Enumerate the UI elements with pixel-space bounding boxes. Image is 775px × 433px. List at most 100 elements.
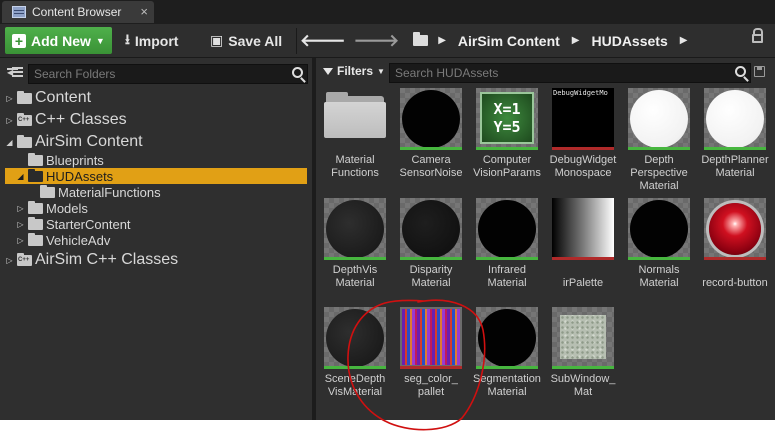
content-browser-icon (12, 6, 26, 18)
tree-item-content[interactable]: ▷ Content (0, 88, 312, 108)
tree-item-airsim-content[interactable]: ◢ AirSim Content (0, 132, 312, 152)
expand-arrow-icon[interactable]: ▷ (16, 220, 25, 229)
tree-item-label: Content (35, 89, 92, 106)
asset-label: Infrared Material (487, 264, 527, 289)
breadcrumb: 🡐 🡒 ▶ AirSim Content ▶ HUDAssets ▶ (300, 27, 699, 54)
breadcrumb-chevron-icon[interactable]: ▶ (438, 35, 446, 46)
asset-panel: Filters ▼ Material Functions Camera Sens… (316, 58, 775, 420)
import-button[interactable]: ⭳ Import (125, 27, 178, 54)
filter-icon (323, 67, 333, 75)
filters-button[interactable]: Filters ▼ (323, 64, 385, 78)
tree-item-label: HUDAssets (46, 168, 114, 184)
import-label: Import (134, 32, 179, 49)
close-icon[interactable]: × (140, 4, 148, 19)
collapse-arrow-icon[interactable]: ◢ (16, 172, 25, 181)
search-icon[interactable] (292, 67, 303, 78)
record-button-icon (709, 203, 761, 255)
asset-label: Depth Perspective Material (630, 154, 688, 192)
thumb-text: Y=5 (493, 118, 521, 136)
tree-item-starter-content[interactable]: ▷ StarterContent (0, 216, 312, 232)
material-thumbnail (476, 198, 538, 260)
tree-item-models[interactable]: ▷ Models (0, 200, 312, 216)
folder-icon (28, 200, 43, 214)
tree-item-airsim-cpp-classes[interactable]: ▷ AirSim C++ Classes (0, 250, 312, 270)
folder-icon[interactable] (413, 32, 429, 46)
material-thumbnail (324, 198, 386, 260)
texture-thumbnail (400, 307, 462, 369)
breadcrumb-chevron-icon[interactable]: ▶ (680, 35, 688, 46)
code-folder-icon (17, 252, 32, 266)
expand-arrow-icon[interactable]: ▷ (5, 94, 14, 103)
thumb-text: X=1 (493, 100, 521, 118)
material-thumbnail (628, 88, 690, 150)
asset-label: SubWindow_ Mat (550, 373, 616, 398)
asset-label: Normals Material (638, 264, 680, 289)
tab-content-browser[interactable]: Content Browser × (2, 1, 154, 23)
font-thumbnail: DebugWidgetMo (552, 88, 614, 150)
asset-label: DepthPlanner Material (701, 154, 769, 179)
chevron-down-icon: ▼ (377, 66, 385, 76)
material-thumbnail (704, 88, 766, 150)
search-assets-field[interactable] (389, 63, 751, 83)
tree-item-label: MaterialFunctions (58, 184, 161, 200)
folder-panel: ◀ ▷ Content ▷ C++ Classes ◢ AirSim Conte… (0, 58, 312, 420)
plus-icon: + (12, 33, 26, 48)
tree-item-label: Models (46, 200, 88, 216)
tree-item-label: AirSim C++ Classes (35, 251, 179, 268)
folder-icon (17, 134, 32, 148)
chevron-down-icon: ▼ (95, 35, 105, 46)
asset-label: DebugWidget Monospace (549, 154, 617, 179)
search-assets-input[interactable] (390, 64, 750, 82)
asset-label: Computer VisionParams (473, 154, 541, 179)
tab-title: Content Browser (32, 5, 122, 19)
breadcrumb-chevron-icon[interactable]: ▶ (572, 35, 580, 46)
tree-item-label: C++ Classes (35, 111, 127, 128)
collapse-arrow-icon[interactable]: ◢ (5, 138, 14, 147)
save-all-button[interactable]: ▣ Save All (210, 27, 282, 54)
folder-icon (324, 88, 386, 148)
material-thumbnail (324, 307, 386, 369)
tree-item-label: AirSim Content (35, 133, 143, 150)
asset-label: seg_color_ pallet (404, 373, 458, 398)
code-folder-icon (17, 112, 32, 126)
asset-label: DepthVis Material (332, 264, 378, 289)
search-icon[interactable] (735, 66, 746, 77)
thumb-text: DebugWidgetMo (553, 89, 608, 97)
tree-item-blueprints[interactable]: Blueprints (0, 152, 312, 168)
tree-item-material-functions[interactable]: MaterialFunctions (0, 184, 312, 200)
asset-label: irPalette (562, 277, 604, 289)
material-thumbnail (552, 307, 614, 369)
tree-item-cpp-classes[interactable]: ▷ C++ Classes (0, 110, 312, 130)
sidebar-toggle-icon[interactable]: ◀ (7, 66, 23, 79)
breadcrumb-item-airsim-content[interactable]: AirSim Content (458, 33, 560, 49)
asset-label: SceneDepth VisMaterial (324, 373, 386, 398)
expand-arrow-icon[interactable]: ▷ (16, 236, 25, 245)
blueprint-thumbnail: X=1 Y=5 (476, 88, 538, 150)
save-search-icon[interactable] (754, 66, 765, 77)
expand-arrow-icon[interactable]: ▷ (16, 204, 25, 213)
asset-label: Segmentation Material (473, 373, 541, 398)
breadcrumb-item-hudassets[interactable]: HUDAssets (591, 33, 667, 49)
add-new-button[interactable]: + Add New ▼ (5, 27, 112, 54)
texture-thumbnail (552, 198, 614, 260)
expand-arrow-icon[interactable]: ▷ (5, 116, 14, 125)
folder-icon (28, 168, 43, 182)
material-thumbnail (400, 88, 462, 150)
tree-item-vehicle-adv[interactable]: ▷ VehicleAdv (0, 232, 312, 248)
add-new-label: Add New (31, 32, 91, 49)
tree-item-label: VehicleAdv (46, 232, 111, 248)
expand-arrow-icon[interactable]: ▷ (5, 256, 14, 265)
forward-arrow-icon[interactable]: 🡒 (354, 31, 400, 51)
filters-label: Filters (337, 64, 374, 78)
import-icon: ⭳ (125, 30, 130, 47)
asset-label: Material Functions (331, 154, 379, 179)
tree-item-hudassets[interactable]: ◢ HUDAssets (5, 168, 307, 184)
material-thumbnail (400, 198, 462, 260)
material-thumbnail (476, 307, 538, 369)
back-arrow-icon[interactable]: 🡐 (300, 31, 346, 51)
texture-thumbnail (704, 198, 766, 260)
folder-icon (28, 232, 43, 246)
search-folders-input[interactable] (29, 65, 307, 83)
lock-icon[interactable] (752, 28, 763, 43)
search-folders-field[interactable] (28, 64, 308, 84)
